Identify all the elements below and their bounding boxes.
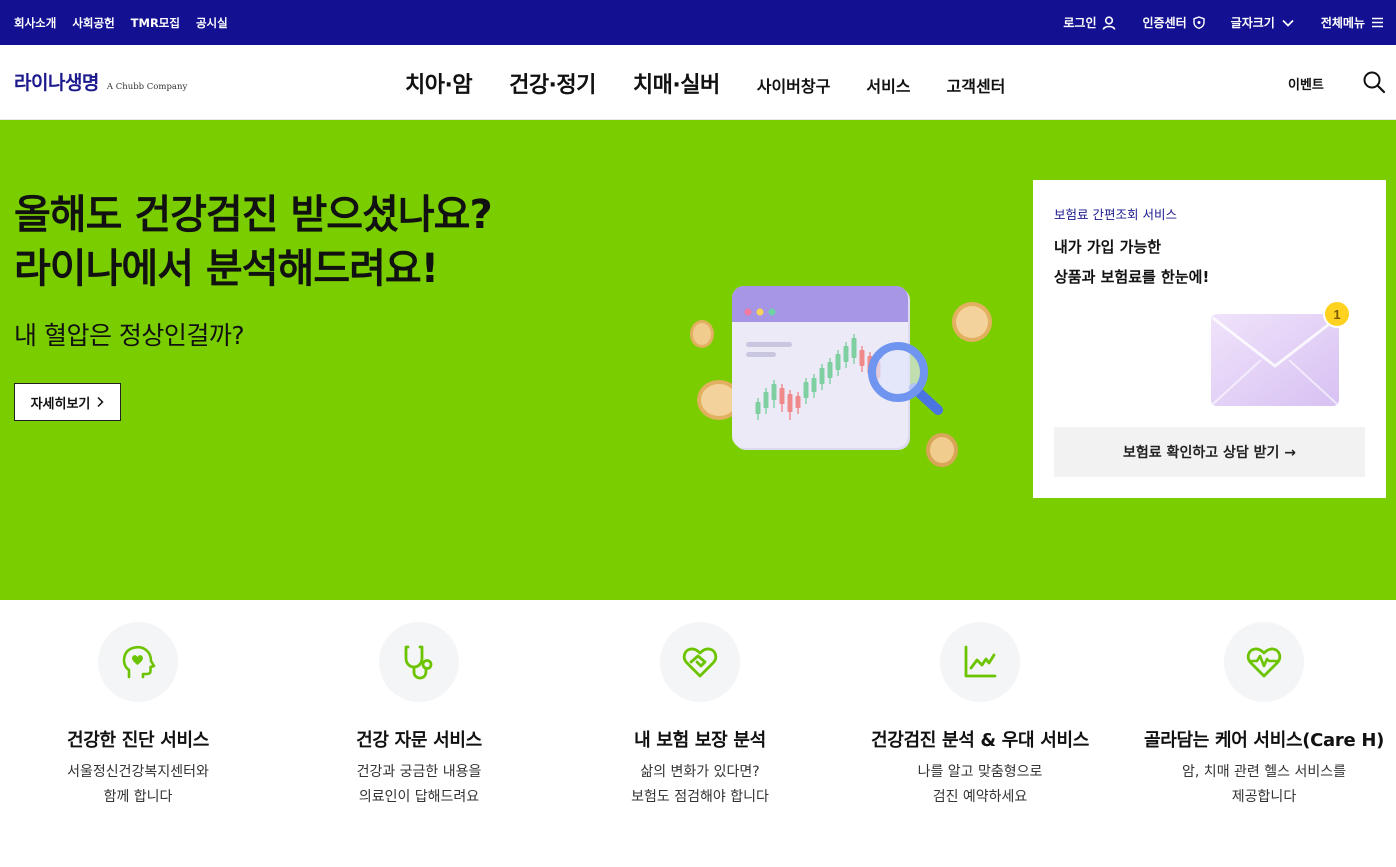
service-desc-line2: 검진 예약하세요: [932, 789, 1028, 805]
service-desc: 암, 치매 관련 헬스 서비스를제공합니다: [1124, 760, 1396, 810]
premium-lookup-card: 보험료 간편조회 서비스 내가 가입 가능한 상품과 보험료를 한눈에! 1 보…: [1033, 180, 1386, 498]
head-heart-icon: [122, 645, 156, 679]
nav-dementia-silver[interactable]: 치매·실버: [633, 67, 720, 99]
link-disclosure[interactable]: 공시실: [196, 15, 228, 31]
line-chart-icon: [964, 645, 997, 678]
service-title: 건강 자문 서비스: [356, 730, 482, 751]
nav-event[interactable]: 이벤트: [1288, 74, 1324, 93]
service-desc-line2: 보험도 점검해야 합니다: [631, 789, 769, 805]
service-desc-line1: 나를 알고 맞춤형으로: [917, 764, 1043, 780]
utility-actions: 로그인 인증센터 글자크기 전체메뉴: [1063, 0, 1384, 45]
service-icon-circle: [379, 622, 459, 702]
service-icon-circle: [1224, 622, 1304, 702]
hamburger-icon: [1372, 17, 1383, 28]
service-desc: 서울정신건강복지센터와함께 합니다: [0, 760, 278, 810]
utility-bar: 회사소개 사회공헌 TMR모집 공시실 로그인 인증센터 글자크기 전체메뉴: [0, 0, 1396, 45]
service-desc: 나를 알고 맞춤형으로검진 예약하세요: [840, 760, 1120, 810]
logo-brand: 라이나생명: [14, 72, 99, 94]
cert-center-button[interactable]: 인증센터: [1142, 14, 1205, 31]
nav-cyber-window[interactable]: 사이버창구: [757, 73, 831, 97]
search-icon: [1363, 71, 1386, 94]
search-button[interactable]: [1362, 70, 1386, 94]
service-title: 골라담는 케어 서비스(Care H): [1143, 730, 1385, 751]
login-button[interactable]: 로그인: [1063, 14, 1116, 31]
service-desc-line1: 건강과 궁금한 내용을: [356, 764, 482, 780]
service-desc: 삶의 변화가 있다면? 보험도 점검해야 합니다: [560, 760, 840, 810]
chevron-right-icon: [97, 396, 104, 408]
service-title: 내 보험 보장 분석: [634, 730, 766, 751]
logo-subtitle: A Chubb Company: [106, 82, 188, 92]
premium-consult-button[interactable]: 보험료 확인하고 상담 받기 →: [1054, 427, 1365, 477]
hero-banner: 올해도 건강검진 받으셨나요? 라이나에서 분석해드려요! 내 혈압은 정상인걸…: [0, 120, 1396, 600]
service-icon-circle: [660, 622, 740, 702]
shield-icon: [1192, 16, 1205, 29]
chevron-down-icon: [1282, 19, 1294, 27]
service-desc-line1: 암, 치매 관련 헬스 서비스를: [1182, 764, 1346, 780]
stethoscope-icon: [404, 645, 433, 680]
service-icon-circle: [940, 622, 1020, 702]
service-title: 건강한 진단 서비스: [66, 730, 209, 751]
service-desc-line1: 삶의 변화가 있다면?: [640, 764, 760, 780]
hero-subtitle: 내 혈압은 정상인걸까?: [14, 321, 245, 350]
card-title-line2: 상품과 보험료를 한눈에!: [1054, 268, 1210, 286]
service-desc: 건강과 궁금한 내용을의료인이 답해드려요: [279, 760, 559, 810]
more-details-button[interactable]: 자세히보기: [14, 383, 121, 421]
nav-dental-cancer[interactable]: 치아·암: [405, 67, 473, 99]
envelope-icon: 1: [1211, 300, 1349, 406]
hero-title: 올해도 건강검진 받으셨나요? 라이나에서 분석해드려요!: [14, 188, 493, 296]
link-tmr-recruit[interactable]: TMR모집: [131, 15, 180, 31]
card-title: 내가 가입 가능한 상품과 보험료를 한눈에!: [1054, 232, 1209, 292]
user-icon: [1102, 15, 1116, 30]
notification-badge: 1: [1333, 307, 1340, 322]
heart-handshake-icon: [682, 647, 718, 678]
cert-center-label: 인증센터: [1142, 16, 1187, 30]
service-icon-circle: [98, 622, 178, 702]
service-desc-line2: 의료인이 답해드려요: [358, 789, 480, 805]
nav-customer-center[interactable]: 고객센터: [947, 73, 1006, 97]
card-eyebrow: 보험료 간편조회 서비스: [1054, 207, 1177, 222]
login-label: 로그인: [1063, 16, 1097, 30]
service-list: 건강한 진단 서비스 서울정신건강복지센터와함께 합니다 건강 자문 서비스 건…: [0, 600, 1396, 867]
hero-title-line2: 라이나에서 분석해드려요!: [14, 246, 439, 292]
service-desc-line2: 함께 합니다: [103, 789, 173, 805]
link-company-intro[interactable]: 회사소개: [14, 15, 56, 31]
utility-links: 회사소개 사회공헌 TMR모집 공시실: [14, 0, 228, 45]
font-size-button[interactable]: 글자크기: [1231, 14, 1295, 31]
heart-pulse-icon: [1246, 647, 1282, 678]
link-social-contribution[interactable]: 사회공헌: [72, 15, 114, 31]
font-size-label: 글자크기: [1230, 16, 1275, 30]
nav-services[interactable]: 서비스: [866, 73, 910, 97]
service-desc-line1: 서울정신건강복지센터와: [67, 764, 209, 780]
all-menu-button[interactable]: 전체메뉴: [1321, 14, 1384, 31]
logo[interactable]: 라이나생명 A Chubb Company: [14, 68, 187, 95]
stock-chart-illustration: [690, 286, 992, 467]
all-menu-label: 전체메뉴: [1320, 16, 1365, 30]
hero-title-line1: 올해도 건강검진 받으셨나요?: [14, 192, 493, 238]
more-details-label: 자세히보기: [30, 396, 91, 412]
card-title-line1: 내가 가입 가능한: [1054, 238, 1162, 256]
main-nav: 치아·암 건강·정기 치매·실버 사이버창구 서비스 고객센터: [405, 45, 1041, 120]
main-header: 라이나생명 A Chubb Company 치아·암 건강·정기 치매·실버 사…: [0, 45, 1396, 120]
service-desc-line2: 제공합니다: [1231, 789, 1297, 805]
service-title: 건강검진 분석 & 우대 서비스: [870, 730, 1090, 751]
nav-health-term[interactable]: 건강·정기: [509, 67, 596, 99]
